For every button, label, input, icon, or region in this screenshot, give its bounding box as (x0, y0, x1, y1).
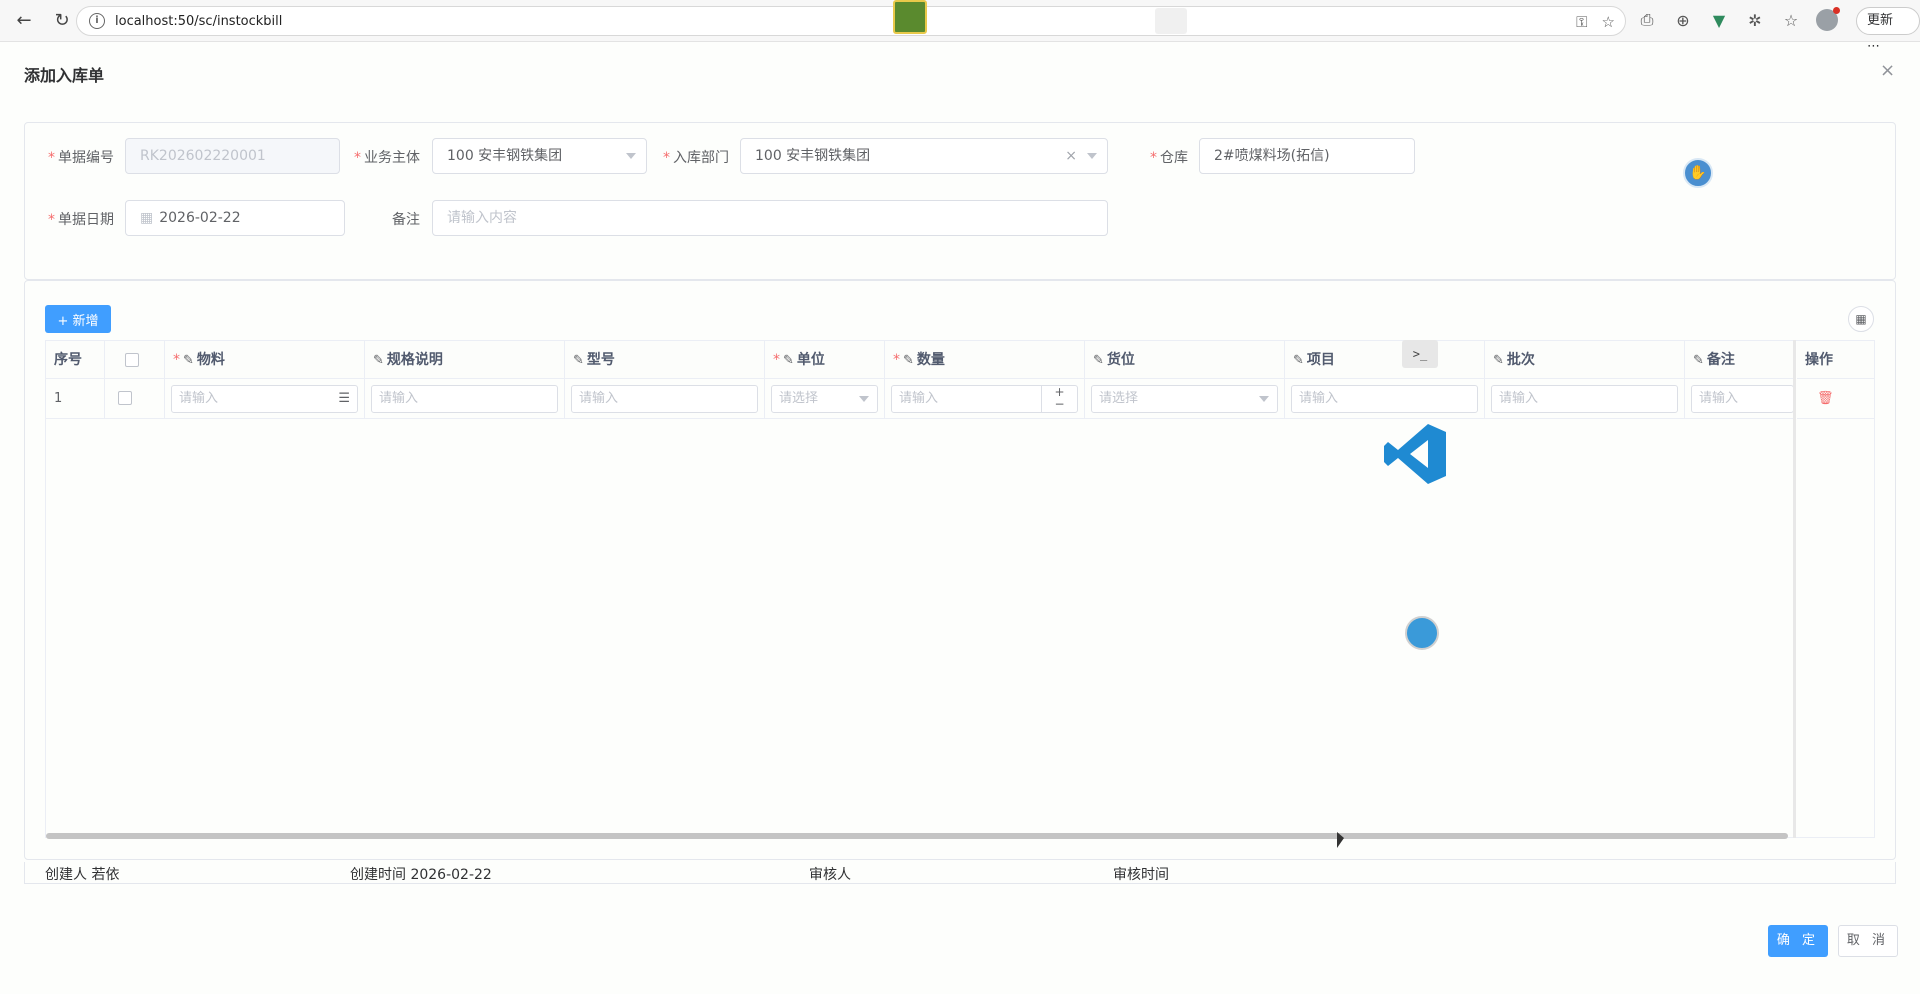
header-unit: * ✎ 单位 (765, 341, 885, 379)
header-select-all (105, 341, 165, 379)
update-button[interactable]: 更新 ⋯ (1856, 7, 1920, 54)
spec-input[interactable]: 请输入 (371, 385, 558, 413)
header-project: ✎ 项目 (1285, 341, 1485, 379)
row-seq: 1 (46, 379, 105, 419)
creator: 创建人 若依 (45, 867, 120, 883)
update-label: 更新 (1867, 13, 1894, 28)
column-settings-icon[interactable]: ▦ (1848, 306, 1874, 332)
project-input[interactable]: 请输入 (1291, 385, 1478, 413)
edit-icon: ✎ (783, 353, 794, 368)
app-taskbar-icon-2 (1155, 8, 1187, 34)
edge-icon[interactable] (1405, 616, 1439, 650)
header-location: ✎ 货位 (1085, 341, 1285, 379)
favorites-icon[interactable]: ☆ (1780, 8, 1802, 32)
location-select[interactable]: 请选择 (1091, 385, 1278, 413)
edit-icon: ✎ (903, 353, 914, 368)
spec-cell: 请输入 (365, 379, 565, 419)
row-select-cell (105, 379, 165, 419)
hand-icon[interactable]: ✋ (1683, 158, 1713, 188)
header-note: ✎ 备注 (1685, 341, 1795, 379)
review-time: 审核时间 (1113, 867, 1169, 883)
qty-stepper[interactable]: + − (1041, 386, 1077, 412)
add-row-button[interactable]: + 新增 (45, 305, 111, 333)
date-label: * 单据日期 (48, 212, 114, 228)
created-time: 创建时间 2026-02-22 (350, 867, 492, 883)
terminal-icon[interactable]: >_ (1402, 340, 1438, 368)
batch-input[interactable]: 请输入 (1491, 385, 1678, 413)
select-all-checkbox[interactable] (125, 353, 139, 367)
header-batch: ✎ 批次 (1485, 341, 1685, 379)
edit-icon: ✎ (1093, 353, 1104, 368)
fixed-column-shadow (1793, 340, 1875, 838)
entity-select[interactable]: 100 安丰钢铁集团 (432, 138, 647, 174)
date-picker[interactable]: ▦ 2026-02-22 (125, 200, 345, 236)
app-taskbar-icon (893, 0, 927, 34)
remark-label: 备注 (392, 212, 420, 228)
calendar-icon: ▦ (140, 210, 154, 226)
material-cell: 请输入 ☰ (165, 379, 365, 419)
dialog-title: 添加入库单 (24, 66, 105, 85)
batch-cell: 请输入 (1485, 379, 1685, 419)
header-qty: * ✎ 数量 (885, 341, 1085, 379)
warehouse-label: * 仓库 (1150, 150, 1188, 166)
address-bar[interactable]: i localhost:50/sc/instockbill ⚿ ☆ (76, 6, 1626, 36)
note-cell: 请输入 (1685, 379, 1795, 419)
entity-label: * 业务主体 (354, 150, 420, 166)
project-cell: 请输入 (1285, 379, 1485, 419)
extensions-icon[interactable]: ✲ (1744, 8, 1766, 32)
bill-no-label: * 单据编号 (48, 150, 114, 166)
star-icon[interactable]: ☆ (1602, 13, 1615, 31)
qty-input[interactable]: 请输入 + − (891, 385, 1078, 413)
model-cell: 请输入 (565, 379, 765, 419)
info-icon[interactable]: i (89, 13, 105, 29)
edit-icon: ✎ (573, 353, 584, 368)
edit-icon: ✎ (373, 353, 384, 368)
note-input[interactable]: 请输入 (1691, 385, 1794, 413)
profile-avatar[interactable] (1816, 7, 1840, 31)
bill-no-field: RK202602220001 (125, 138, 340, 174)
horizontal-scrollbar[interactable] (46, 833, 1788, 839)
vscode-icon[interactable] (1382, 422, 1448, 486)
mouse-cursor-icon (1337, 832, 1344, 848)
header-model: ✎ 型号 (565, 341, 765, 379)
cancel-button[interactable]: 取 消 (1838, 925, 1898, 957)
location-cell: 请选择 (1085, 379, 1285, 419)
detail-table: 序号 * ✎ 物料 ✎ 规格说明 ✎ 型号 * ✎ 单位 * ✎ 数量 ✎ 货位 ✎ 项目 ✎ 批次 … (45, 340, 1875, 838)
header-spec: ✎ 规格说明 (365, 341, 565, 379)
zoom-icon[interactable]: ⊕ (1672, 8, 1694, 32)
close-icon[interactable]: × (1880, 60, 1895, 81)
key-icon[interactable]: ⚿ (1576, 13, 1587, 31)
clear-icon[interactable]: × (1065, 139, 1077, 173)
warehouse-field[interactable]: 2#喷煤料场(拓信) (1199, 138, 1415, 174)
reload-icon[interactable]: ↻ (48, 7, 76, 35)
reviewer: 审核人 (809, 867, 851, 883)
edit-icon: ✎ (1293, 353, 1304, 368)
header-material: * ✎ 物料 (165, 341, 365, 379)
material-input[interactable]: 请输入 ☰ (171, 385, 358, 413)
meta-row: 创建人 若依 创建时间 2026-02-22 审核人 审核时间 (24, 862, 1896, 884)
dept-label: * 入库部门 (663, 150, 729, 166)
unit-cell: 请选择 (765, 379, 885, 419)
back-icon[interactable]: ← (10, 7, 38, 35)
remark-input[interactable]: 请输入内容 (432, 200, 1108, 236)
header-seq: 序号 (46, 341, 105, 379)
row-checkbox[interactable] (118, 391, 132, 405)
qty-cell: 请输入 + − (885, 379, 1085, 419)
list-icon[interactable]: ☰ (338, 386, 350, 412)
edit-icon: ✎ (1493, 353, 1504, 368)
vue-devtools-icon[interactable]: ▼ (1708, 8, 1730, 32)
edit-icon: ✎ (183, 353, 194, 368)
model-input[interactable]: 请输入 (571, 385, 758, 413)
printer-icon[interactable]: ⎙ (1636, 8, 1658, 32)
edit-icon: ✎ (1693, 353, 1704, 368)
decrease-icon[interactable]: − (1042, 398, 1077, 410)
url-text: localhost:50/sc/instockbill (115, 13, 283, 29)
unit-select[interactable]: 请选择 (771, 385, 878, 413)
confirm-button[interactable]: 确 定 (1768, 925, 1828, 957)
dept-select[interactable]: 100 安丰钢铁集团 × (740, 138, 1108, 174)
browser-tools: ⎙ ⊕ ▼ ✲ ☆ (1636, 7, 1840, 32)
